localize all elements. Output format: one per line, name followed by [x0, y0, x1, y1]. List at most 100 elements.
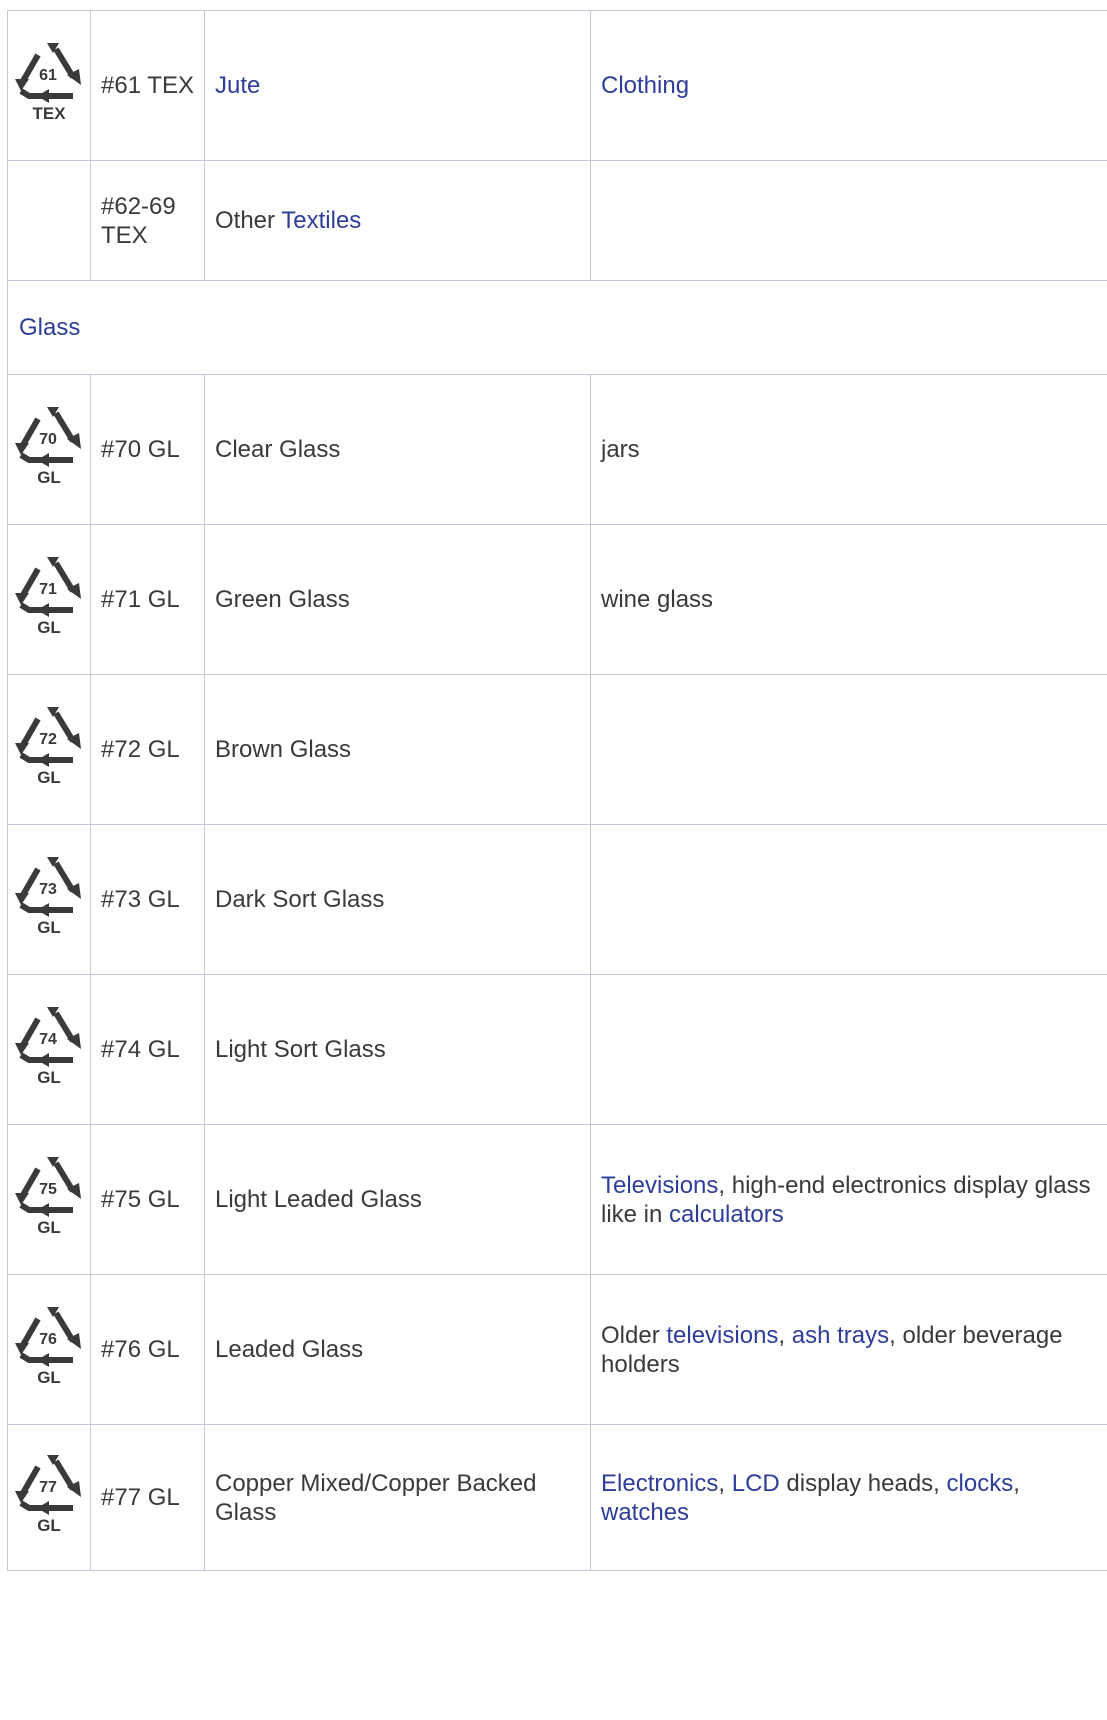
svg-text:GL: GL — [37, 768, 61, 787]
svg-text:TEX: TEX — [32, 104, 66, 123]
uses-cell: Older televisions, ash trays, older beve… — [590, 1274, 1107, 1425]
uses-cell — [590, 824, 1107, 975]
svg-text:61: 61 — [39, 67, 57, 84]
svg-text:77: 77 — [39, 1479, 57, 1496]
material-cell: Light Sort Glass — [204, 974, 591, 1125]
recycle-icon: 70 GL — [15, 406, 81, 487]
uses-text: , — [778, 1321, 792, 1349]
material-cell: Leaded Glass — [204, 1274, 591, 1425]
section-header-row: Glass — [7, 280, 1107, 375]
recycle-icon: 71 GL — [15, 556, 81, 637]
code-line-2: TEX — [101, 221, 148, 249]
recycle-icon: 61 TEX — [15, 42, 81, 123]
recycling-codes-table: 61 TEX #61 TEX Jute Clothing #62-69 TEX … — [7, 10, 1107, 1571]
table-row: 74 GL #74 GL Light Sort Glass — [7, 974, 1107, 1125]
table-row: 71 GL #71 GL Green Glass wine glass — [7, 524, 1107, 675]
uses-cell: jars — [590, 374, 1107, 525]
table-row: #62-69 TEX Other Textiles — [7, 160, 1107, 281]
recycle-icon: 72 GL — [15, 706, 81, 787]
uses-link[interactable]: Televisions — [601, 1172, 718, 1199]
uses-cell: Clothing — [590, 10, 1107, 161]
icon-cell: 75 GL — [7, 1124, 91, 1275]
svg-text:GL: GL — [37, 1516, 61, 1535]
table-row: 72 GL #72 GL Brown Glass — [7, 674, 1107, 825]
code-cell: #73 GL — [90, 824, 205, 975]
svg-text:70: 70 — [39, 431, 57, 448]
recycle-icon: 73 GL — [15, 856, 81, 937]
svg-text:73: 73 — [39, 881, 57, 898]
material-cell: Light Leaded Glass — [204, 1124, 591, 1275]
section-header-cell: Glass — [7, 280, 1107, 375]
code-cell: #70 GL — [90, 374, 205, 525]
code-cell: #72 GL — [90, 674, 205, 825]
svg-text:GL: GL — [37, 1368, 61, 1387]
uses-cell: Electronics, LCD display heads, clocks, … — [590, 1424, 1107, 1571]
table-row: 77 GL #77 GL Copper Mixed/Copper Backed … — [7, 1424, 1107, 1571]
material-cell: Other Textiles — [204, 160, 591, 281]
uses-link[interactable]: watches — [601, 1499, 689, 1526]
svg-text:GL: GL — [37, 1218, 61, 1237]
icon-cell: 74 GL — [7, 974, 91, 1125]
code-cell: #71 GL — [90, 524, 205, 675]
svg-text:GL: GL — [37, 618, 61, 637]
material-link[interactable]: Jute — [215, 72, 260, 99]
uses-text: display heads, — [779, 1469, 947, 1497]
uses-cell: wine glass — [590, 524, 1107, 675]
uses-link[interactable]: calculators — [669, 1201, 784, 1228]
material-cell: Clear Glass — [204, 374, 591, 525]
svg-text:72: 72 — [39, 731, 57, 748]
table-row: 73 GL #73 GL Dark Sort Glass — [7, 824, 1107, 975]
recycle-icon: 75 GL — [15, 1156, 81, 1237]
uses-link[interactable]: televisions — [666, 1322, 778, 1349]
code-cell: #77 GL — [90, 1424, 205, 1571]
code-line-1: #62-69 — [101, 192, 176, 220]
material-cell: Jute — [204, 10, 591, 161]
uses-link[interactable]: Clothing — [601, 72, 689, 99]
uses-text: Older — [601, 1321, 667, 1349]
uses-text: , — [1013, 1469, 1020, 1497]
section-header-link[interactable]: Glass — [19, 314, 80, 341]
svg-text:74: 74 — [39, 1031, 57, 1048]
uses-link[interactable]: clocks — [947, 1470, 1014, 1497]
code-cell: #62-69 TEX — [90, 160, 205, 281]
material-cell: Brown Glass — [204, 674, 591, 825]
svg-text:76: 76 — [39, 1331, 57, 1348]
icon-cell: 61 TEX — [7, 10, 91, 161]
table-row: 70 GL #70 GL Clear Glass jars — [7, 374, 1107, 525]
icon-cell: 71 GL — [7, 524, 91, 675]
uses-link[interactable]: ash trays — [792, 1322, 889, 1349]
uses-link[interactable]: LCD — [732, 1470, 780, 1497]
material-cell: Dark Sort Glass — [204, 824, 591, 975]
icon-cell: 70 GL — [7, 374, 91, 525]
code-cell: #75 GL — [90, 1124, 205, 1275]
uses-link[interactable]: Electronics — [601, 1470, 718, 1497]
material-cell: Green Glass — [204, 524, 591, 675]
table-row: 76 GL #76 GL Leaded Glass Older televisi… — [7, 1274, 1107, 1425]
material-prefix: Other — [215, 207, 276, 234]
uses-cell — [590, 974, 1107, 1125]
uses-cell — [590, 674, 1107, 825]
icon-cell: 76 GL — [7, 1274, 91, 1425]
recycle-icon: 77 GL — [15, 1454, 81, 1535]
uses-cell — [590, 160, 1107, 281]
code-cell: #76 GL — [90, 1274, 205, 1425]
material-cell: Copper Mixed/Copper Backed Glass — [204, 1424, 591, 1571]
table-row: 75 GL #75 GL Light Leaded Glass Televisi… — [7, 1124, 1107, 1275]
icon-cell: 77 GL — [7, 1424, 91, 1571]
svg-text:GL: GL — [37, 468, 61, 487]
recycle-icon: 74 GL — [15, 1006, 81, 1087]
recycle-icon: 76 GL — [15, 1306, 81, 1387]
uses-text: , — [718, 1469, 732, 1497]
table-row: 61 TEX #61 TEX Jute Clothing — [7, 10, 1107, 161]
icon-cell: 73 GL — [7, 824, 91, 975]
material-link[interactable]: Textiles — [281, 207, 361, 234]
code-cell: #74 GL — [90, 974, 205, 1125]
icon-cell: 72 GL — [7, 674, 91, 825]
svg-text:GL: GL — [37, 1068, 61, 1087]
icon-cell — [7, 160, 91, 281]
svg-text:GL: GL — [37, 918, 61, 937]
svg-text:71: 71 — [39, 581, 57, 598]
svg-text:75: 75 — [39, 1181, 57, 1198]
uses-cell: Televisions, high-end electronics displa… — [590, 1124, 1107, 1275]
code-cell: #61 TEX — [90, 10, 205, 161]
